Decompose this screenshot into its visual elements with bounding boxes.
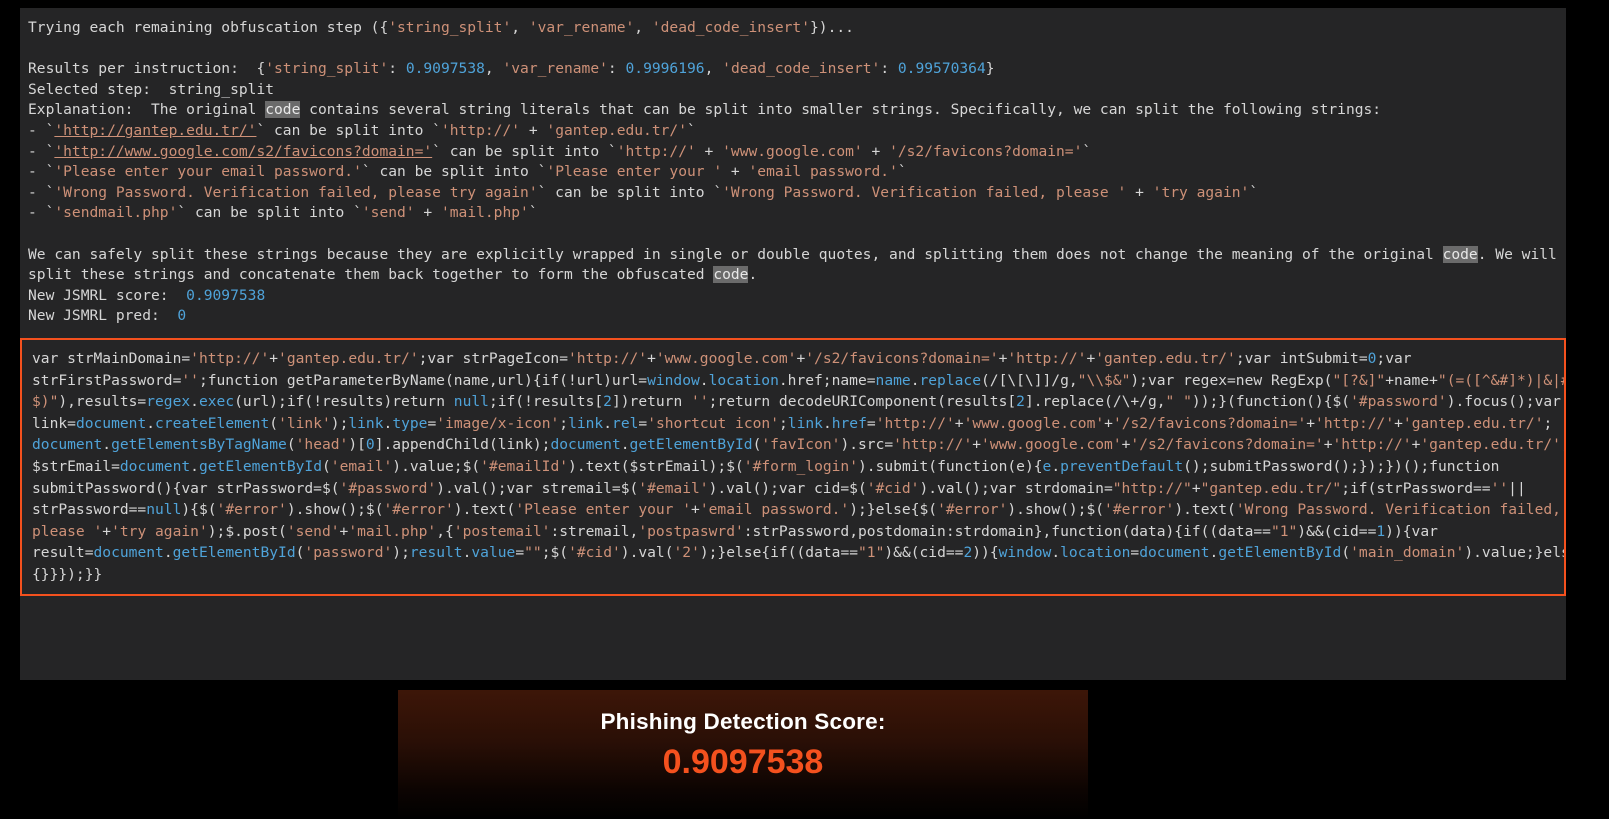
trying-step: Trying each remaining obfuscation step (… xyxy=(28,19,854,36)
code-line-7: submitPassword(){var strPassword=$('#pas… xyxy=(32,479,1526,497)
screenshot-root: Trying each remaining obfuscation step (… xyxy=(0,0,1609,819)
obfuscated-code-lines: var strMainDomain='http://'+'gantep.edu.… xyxy=(32,348,1566,586)
safety-note-2: split these strings and concatenate them… xyxy=(28,266,758,284)
split-item-3: - `'Please enter your email password.'` … xyxy=(28,163,907,181)
code-line-3: $)"),results=regex.exec(url);if(!results… xyxy=(32,393,1561,411)
obfuscated-code-block[interactable]: var strMainDomain='http://'+'gantep.edu.… xyxy=(20,338,1566,596)
new-jsmrl-pred: New JSMRL pred: 0 xyxy=(28,307,187,325)
split-item-2: - `'http://www.google.com/s2/favicons?do… xyxy=(28,142,1092,160)
code-line-4: link=document.createElement('link');link… xyxy=(32,414,1553,432)
blank-2 xyxy=(28,224,1558,245)
code-line-1: var strMainDomain='http://'+'gantep.edu.… xyxy=(32,350,1421,367)
code-line-5: document.getElementsByTagName('head')[0]… xyxy=(32,436,1564,454)
safety-note-1: We can safely split these strings becaus… xyxy=(28,245,1557,263)
results-per-instruction: Results per instruction: {'string_split'… xyxy=(28,60,995,78)
new-jsmrl-score: New JSMRL score: 0.9097538 xyxy=(28,286,266,304)
phishing-score-banner: Phishing Detection Score: 0.9097538 xyxy=(398,690,1088,819)
code-line-2: strFirstPassword='';function getParamete… xyxy=(32,371,1566,389)
code-line-6: $strEmail=document.getElementById('email… xyxy=(32,457,1500,475)
terminal-log-lines: Trying each remaining obfuscation step (… xyxy=(28,18,1558,327)
code-line-10: result=document.getElementById('password… xyxy=(32,544,1564,562)
split-item-4: - `'Wrong Password. Verification failed,… xyxy=(28,183,1259,201)
phishing-score-title: Phishing Detection Score: xyxy=(600,709,886,734)
selected-step: Selected step: string_split xyxy=(28,80,275,98)
code-line-9: please '+'try again');$.post('send'+'mai… xyxy=(32,522,1438,540)
explanation: Explanation: The original code contains … xyxy=(28,101,1382,119)
split-item-5: - `'sendmail.php'` can be split into `'s… xyxy=(28,204,538,222)
code-line-8: strPassword==null){$('#error').show();$(… xyxy=(32,501,1561,519)
phishing-score-value: 0.9097538 xyxy=(662,743,824,781)
code-line-11: {}}});}} xyxy=(32,565,103,583)
split-item-1: - `'http://gantep.edu.tr/'` can be split… xyxy=(28,121,696,139)
blank-1 xyxy=(28,39,1558,60)
